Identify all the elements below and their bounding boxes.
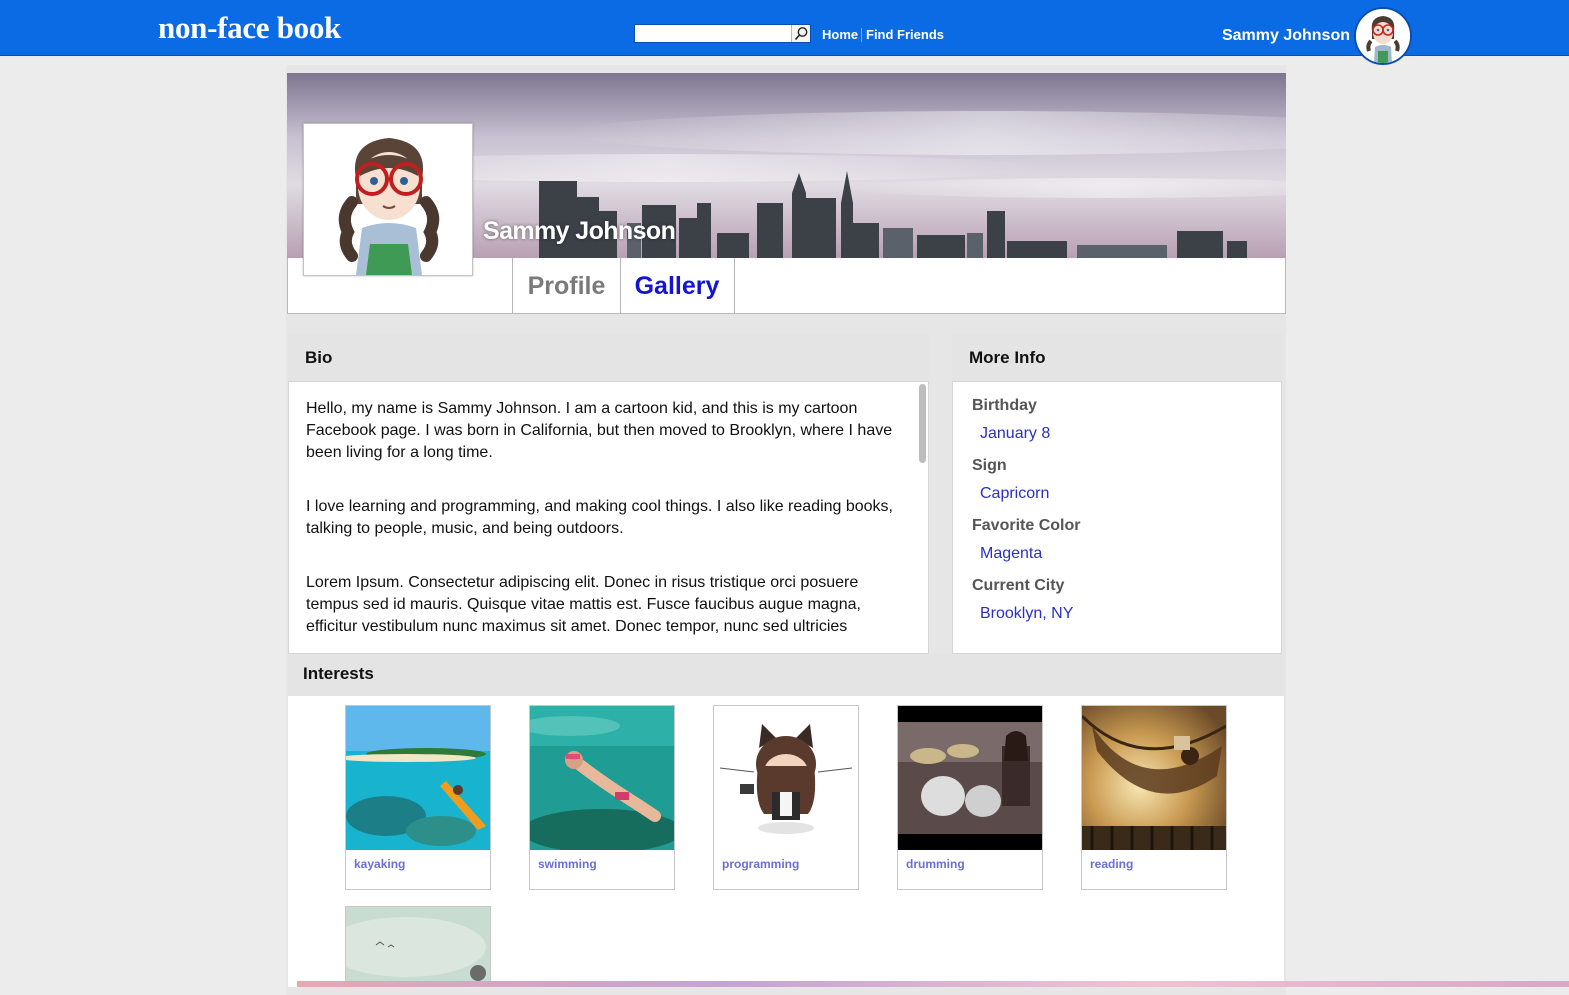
interest-caption[interactable]: swimming — [538, 857, 597, 871]
bio-text: Hello, my name is Sammy Johnson. I am a … — [306, 398, 901, 653]
current-user-avatar[interactable] — [1354, 7, 1412, 65]
nav-home-link[interactable]: Home — [822, 27, 858, 42]
nav-find-friends-link[interactable]: Find Friends — [866, 27, 944, 42]
swimming-image — [530, 706, 674, 850]
interest-caption[interactable]: drumming — [906, 857, 965, 871]
interest-card-kayaking[interactable]: kayaking — [345, 705, 491, 890]
search-icon — [794, 27, 808, 41]
interest-card-reading[interactable]: reading — [1081, 705, 1227, 890]
cover-profile-name: Sammy Johnson — [483, 217, 676, 245]
interest-card-swimming[interactable]: swimming — [529, 705, 675, 890]
bio-paragraph: I love learning and programming, and mak… — [306, 498, 893, 537]
interest-card-partial[interactable] — [345, 906, 491, 987]
bio-paragraph: Hello, my name is Sammy Johnson. I am a … — [306, 400, 893, 461]
info-label-current-city: Current City — [972, 577, 1065, 594]
info-value-birthday[interactable]: January 8 — [980, 425, 1050, 443]
info-label-favorite-color: Favorite Color — [972, 517, 1081, 534]
info-value-current-city[interactable]: Brooklyn, NY — [980, 605, 1073, 623]
watercolor-birds-image — [346, 907, 490, 987]
info-value-favorite-color[interactable]: Magenta — [980, 545, 1042, 563]
interest-card-drumming[interactable]: drumming — [897, 705, 1043, 890]
interest-caption[interactable]: reading — [1090, 857, 1133, 871]
nav-divider — [861, 28, 862, 42]
cartoon-girl-avatar-icon — [1356, 9, 1410, 63]
browser-bottom-edge — [297, 981, 1569, 987]
interest-caption[interactable]: kayaking — [354, 857, 405, 871]
bio-panel: Hello, my name is Sammy Johnson. I am a … — [288, 381, 929, 654]
info-label-sign: Sign — [972, 457, 1007, 474]
interests-heading: Interests — [288, 654, 1284, 696]
reading-hammock-image — [1082, 706, 1226, 850]
top-navigation-bar: non-face book Home Find Friends Sammy Jo… — [0, 0, 1569, 65]
info-label-birthday: Birthday — [972, 397, 1037, 414]
interest-card-programming[interactable]: programming — [713, 705, 859, 890]
more-info-heading: More Info — [952, 333, 1282, 381]
more-info-panel: Birthday January 8 Sign Capricorn Favori… — [952, 381, 1282, 654]
bio-scrollbar-thumb[interactable] — [919, 384, 926, 463]
kayaking-image — [346, 706, 490, 850]
info-value-sign[interactable]: Capricorn — [980, 485, 1049, 503]
tab-profile[interactable]: Profile — [512, 258, 621, 314]
bio-paragraph: Lorem Ipsum. Consectetur adipiscing elit… — [306, 574, 861, 635]
search-input[interactable] — [635, 25, 793, 42]
cartoon-girl-portrait-icon — [304, 124, 472, 275]
drumming-image — [898, 706, 1042, 850]
app-logo[interactable]: non-face book — [158, 10, 341, 46]
octocat-programming-image — [714, 706, 858, 850]
search-box — [634, 24, 811, 43]
profile-picture[interactable] — [303, 123, 473, 276]
bio-heading: Bio — [288, 333, 929, 381]
tab-gallery[interactable]: Gallery — [620, 258, 735, 314]
interest-caption[interactable]: programming — [722, 857, 799, 871]
search-button[interactable] — [791, 25, 810, 42]
current-user-name[interactable]: Sammy Johnson — [1222, 27, 1350, 45]
